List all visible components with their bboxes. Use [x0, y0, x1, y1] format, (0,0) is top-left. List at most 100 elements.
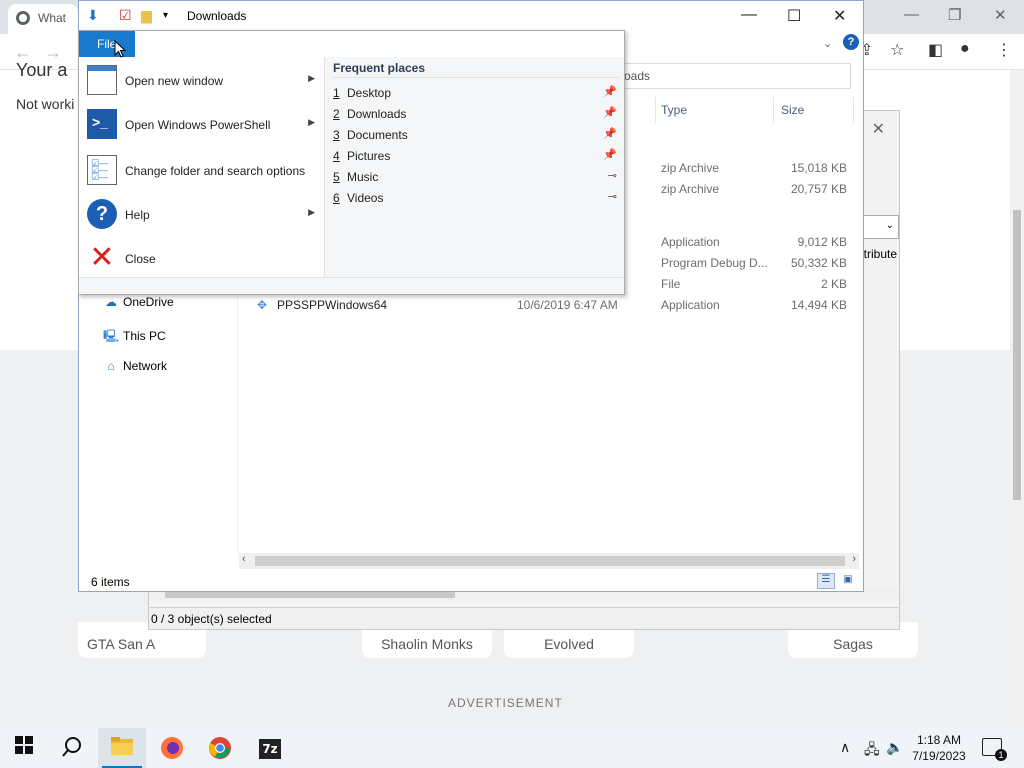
file-list-hscroll[interactable]: ‹ ›	[239, 553, 859, 569]
large-icons-view-icon[interactable]: ▣	[839, 573, 857, 589]
browser-close-icon[interactable]: ✕	[994, 6, 1007, 24]
pin-icon[interactable]: 📌	[603, 85, 617, 98]
maximize-icon[interactable]: ☐	[787, 6, 801, 26]
new-folder-icon[interactable]: ▆	[141, 7, 152, 24]
network-status-icon[interactable]: 🖧	[864, 739, 880, 763]
pin-icon[interactable]: 📌	[603, 127, 617, 140]
close-icon[interactable]: ✕	[833, 6, 846, 26]
file-tab[interactable]: File	[79, 31, 135, 57]
taskbar-file-explorer[interactable]	[98, 728, 146, 768]
help-icon: ?	[87, 199, 117, 229]
frequent-place-pictures[interactable]: 4 Pictures 📌	[333, 146, 619, 166]
open-powershell-item[interactable]: >_ Open Windows PowerShell ▶	[83, 105, 321, 145]
column-header-size[interactable]: Size	[781, 103, 804, 117]
scroll-left-icon[interactable]: ‹	[242, 553, 246, 565]
close-x-icon: ✕	[89, 241, 115, 274]
dialog-combo[interactable]: ⌄	[859, 215, 899, 239]
sidepanel-icon[interactable]: ◧	[928, 40, 943, 60]
menu-item-label: Open new window	[125, 74, 224, 88]
address-bar[interactable]: oads	[623, 63, 851, 89]
dialog-status: 0 / 3 object(s) selected	[149, 607, 899, 629]
profile-icon[interactable]: ●	[960, 40, 970, 58]
clock-time: 1:18 AM	[916, 733, 962, 747]
taskbar-chrome[interactable]	[196, 728, 244, 768]
explorer-title: Downloads	[187, 9, 247, 23]
download-arrow-icon[interactable]: ⬇	[87, 7, 99, 24]
start-button[interactable]	[0, 728, 48, 768]
file-size: 14,494 KB	[790, 298, 847, 312]
close-item[interactable]: ✕ Close	[83, 239, 321, 279]
frequent-place-videos[interactable]: 6 Videos ⊸	[333, 188, 619, 208]
place-name: Documents	[347, 128, 408, 142]
properties-icon[interactable]: ☑	[119, 7, 132, 24]
menu-item-label: Close	[125, 252, 156, 266]
nav-item-onedrive[interactable]: ☁ OneDrive	[103, 295, 174, 309]
page-text: Not worki	[16, 96, 75, 112]
folder-options-item[interactable]: ☑— ☑— ☑— Change folder and search options	[83, 151, 321, 191]
place-number: 3	[333, 128, 340, 142]
menu-dots-icon[interactable]: ⋮	[996, 40, 1012, 60]
chevron-down-icon: ⌄	[885, 220, 894, 231]
place-number: 6	[333, 191, 340, 205]
file-type: File	[661, 277, 681, 291]
taskbar-firefox[interactable]	[148, 728, 196, 768]
details-view-icon[interactable]: ☰	[817, 573, 835, 589]
powershell-icon: >_	[87, 109, 117, 139]
frequent-place-desktop[interactable]: 1 Desktop 📌	[333, 83, 619, 103]
dialog-close-icon[interactable]: ✕	[872, 119, 885, 139]
frequent-place-music[interactable]: 5 Music ⊸	[333, 167, 619, 187]
notification-icon[interactable]: 1	[982, 738, 1007, 761]
unpinned-icon[interactable]: ⊸	[608, 169, 617, 182]
notification-badge: 1	[995, 749, 1007, 761]
advertisement-label: ADVERTISEMENT	[448, 696, 563, 710]
page-scrollbar[interactable]	[1010, 70, 1024, 728]
nav-label: OneDrive	[123, 295, 174, 309]
column-divider	[655, 97, 656, 123]
nav-item-network[interactable]: ⌂ Network	[103, 359, 167, 373]
pin-icon[interactable]: 📌	[603, 106, 617, 119]
taskbar-7zip[interactable]: 7z	[246, 728, 294, 768]
scrollbar-thumb[interactable]	[1013, 210, 1021, 500]
frequent-place-documents[interactable]: 3 Documents 📌	[333, 125, 619, 145]
menu-item-label: Open Windows PowerShell	[125, 118, 271, 132]
search-button[interactable]	[48, 728, 96, 768]
frequent-place-downloads[interactable]: 2 Downloads 📌	[333, 104, 619, 124]
submenu-arrow-icon: ▶	[308, 207, 315, 217]
hscroll-thumb[interactable]	[255, 556, 845, 566]
bookmark-star-icon[interactable]: ☆	[890, 40, 904, 60]
pin-icon[interactable]: 📌	[603, 148, 617, 161]
minimize-icon[interactable]: —	[741, 6, 757, 24]
help-item[interactable]: ? Help ▶	[83, 195, 321, 235]
taskbar-clock[interactable]: 1:18 AM 7/19/2023	[906, 732, 972, 764]
file-date: 10/6/2019 6:47 AM	[517, 298, 618, 312]
window-icon	[87, 65, 117, 95]
browser-tab[interactable]: What	[8, 4, 78, 34]
clock-date: 7/19/2023	[912, 749, 966, 763]
submenu-arrow-icon: ▶	[308, 117, 315, 127]
open-new-window-item[interactable]: Open new window ▶	[83, 61, 321, 101]
browser-minimize-icon[interactable]: —	[904, 6, 919, 23]
nav-item-this-pc[interactable]: 🖳 This PC	[103, 327, 166, 348]
unpinned-icon[interactable]: ⊸	[608, 190, 617, 203]
folder-icon	[111, 737, 133, 755]
table-row[interactable]: ✥ PPSSPPWindows64	[257, 298, 387, 312]
place-number: 4	[333, 149, 340, 163]
browser-restore-icon[interactable]: ❐	[948, 6, 961, 24]
volume-muted-icon[interactable]: 🔈	[886, 739, 903, 756]
place-name: Videos	[347, 191, 384, 205]
submenu-arrow-icon: ▶	[308, 73, 315, 83]
application-icon: ✥	[257, 298, 268, 312]
file-type: Application	[661, 298, 720, 312]
qat-dropdown-icon[interactable]: ▾	[163, 10, 168, 21]
help-icon[interactable]: ?	[843, 34, 859, 50]
column-header-type[interactable]: Type	[661, 103, 687, 117]
windows-logo-icon	[15, 736, 33, 754]
ribbon-expand-icon[interactable]: ⌄	[823, 37, 832, 50]
chrome-icon	[209, 737, 231, 759]
item-count: 6 items	[91, 575, 130, 589]
search-icon	[62, 737, 81, 757]
file-size: 20,757 KB	[790, 182, 847, 196]
scroll-right-icon[interactable]: ›	[852, 553, 856, 565]
tray-chevron-icon[interactable]: ∧	[840, 739, 850, 756]
file-size: 15,018 KB	[790, 161, 847, 175]
